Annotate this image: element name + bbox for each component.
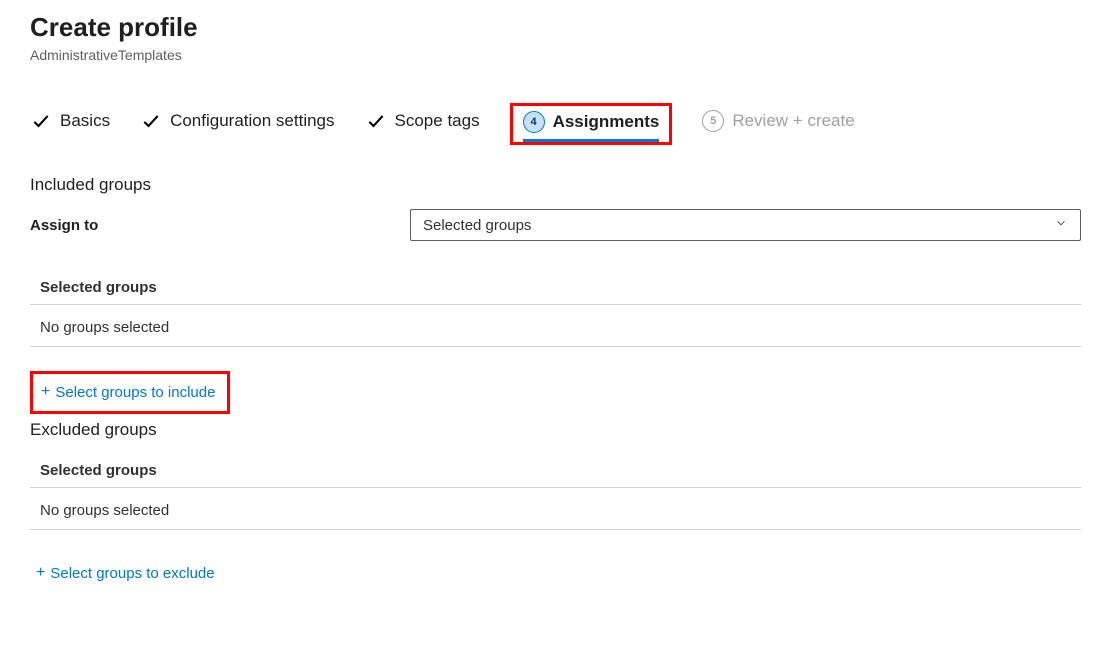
excluded-groups-section: Excluded groups Selected groups No group… <box>30 420 1081 594</box>
select-groups-to-include-button[interactable]: + Select groups to include <box>30 371 230 414</box>
check-icon <box>30 110 52 132</box>
plus-icon: + <box>36 564 45 582</box>
step-assignments[interactable]: 4 Assignments <box>523 111 660 142</box>
select-value: Selected groups <box>423 217 531 234</box>
step-label: Configuration settings <box>170 111 334 131</box>
step-configuration-settings[interactable]: Configuration settings <box>140 110 334 138</box>
page-subtitle: AdministrativeTemplates <box>30 47 1081 63</box>
page-title: Create profile <box>30 12 1081 43</box>
page-header: Create profile AdministrativeTemplates <box>30 12 1081 63</box>
step-scope-tags[interactable]: Scope tags <box>365 110 480 138</box>
assign-to-label: Assign to <box>30 217 410 234</box>
highlight-box-assignments: 4 Assignments <box>510 103 673 145</box>
assign-to-select[interactable]: Selected groups <box>410 209 1081 241</box>
step-basics[interactable]: Basics <box>30 110 110 138</box>
step-review-create: 5 Review + create <box>702 110 854 138</box>
stepper: Basics Configuration settings Scope tags… <box>30 103 1081 145</box>
step-label: Basics <box>60 111 110 131</box>
step-label: Assignments <box>553 112 660 132</box>
plus-icon: + <box>41 383 50 401</box>
step-label: Scope tags <box>395 111 480 131</box>
link-label: Select groups to exclude <box>50 565 214 582</box>
excluded-selected-groups: Selected groups No groups selected <box>30 454 1081 530</box>
no-groups-text: No groups selected <box>30 305 1081 347</box>
check-icon <box>365 110 387 132</box>
included-groups-section: Included groups Assign to Selected group… <box>30 175 1081 414</box>
selected-groups-header: Selected groups <box>30 454 1081 488</box>
selected-groups-header: Selected groups <box>30 271 1081 305</box>
included-selected-groups: Selected groups No groups selected <box>30 271 1081 347</box>
step-number-badge: 5 <box>702 110 724 132</box>
chevron-down-icon <box>1054 216 1068 234</box>
check-icon <box>140 110 162 132</box>
section-title-included: Included groups <box>30 175 1081 195</box>
step-label: Review + create <box>732 111 854 131</box>
link-label: Select groups to include <box>55 384 215 401</box>
no-groups-text: No groups selected <box>30 488 1081 530</box>
assign-to-row: Assign to Selected groups <box>30 209 1081 241</box>
step-number-badge: 4 <box>523 111 545 133</box>
section-title-excluded: Excluded groups <box>30 420 1081 440</box>
select-groups-to-exclude-button[interactable]: + Select groups to exclude <box>30 552 221 594</box>
